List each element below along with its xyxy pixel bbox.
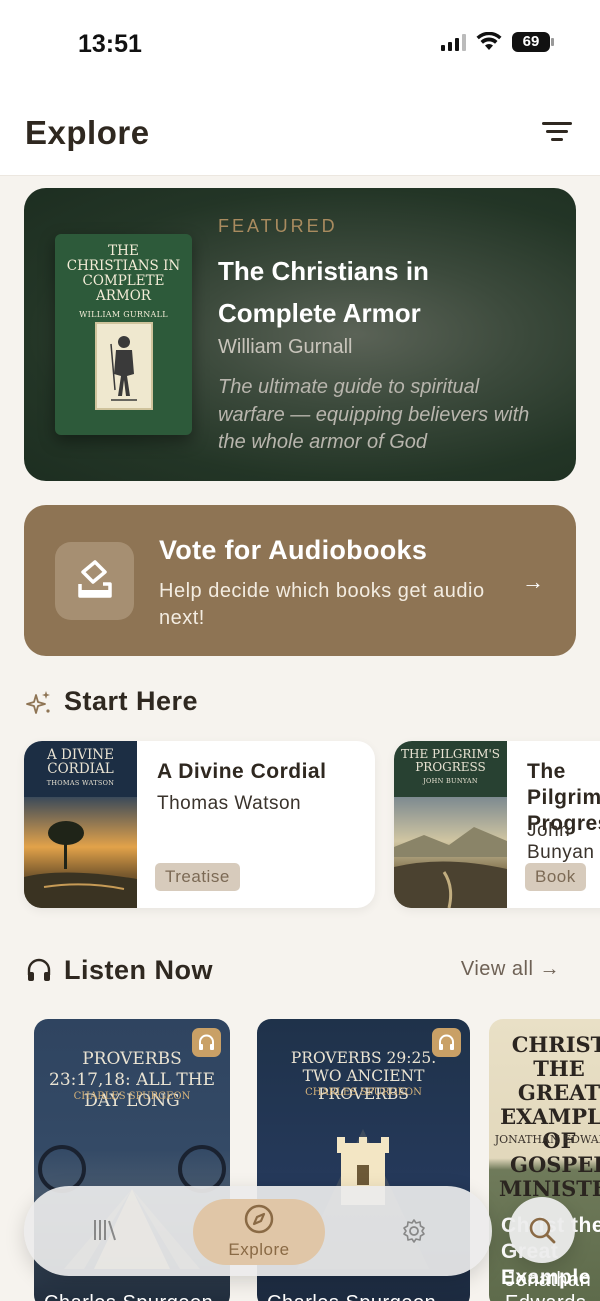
landscape-painting — [24, 797, 137, 908]
search-button[interactable] — [509, 1197, 575, 1263]
featured-author: William Gurnall — [218, 336, 353, 358]
book-cover: THE PILGRIM'S PROGRESS JOHN BUNYAN — [394, 741, 507, 908]
book-cover-title: A DIVINE CORDIAL — [47, 747, 114, 777]
status-bar: 13:51 69 — [0, 0, 600, 90]
signal-icon — [441, 33, 466, 51]
page-title: Explore — [25, 114, 150, 151]
headphones-icon — [439, 1034, 454, 1050]
book-author: John Bunyan — [527, 820, 595, 863]
featured-card[interactable]: THE CHRISTIANS IN COMPLETE ARMOR WILLIAM… — [24, 188, 576, 481]
audiobook-cover-author: CHARLES SPURGEON — [73, 1091, 191, 1102]
page-header: Explore — [0, 90, 600, 176]
bottom-tab-bar: Explore — [24, 1186, 492, 1276]
book-type-tag: Book — [525, 863, 586, 891]
arrow-right-icon: → — [522, 569, 544, 594]
audiobook-author: Charles Spurgeon — [34, 1292, 230, 1301]
vote-icon — [55, 542, 134, 620]
headphones-icon — [199, 1034, 214, 1050]
landscape-painting — [394, 797, 507, 908]
filter-icon — [542, 122, 572, 125]
tab-library[interactable] — [64, 1186, 144, 1276]
vote-title: Vote for Audiobooks — [159, 535, 428, 565]
tab-explore-label: Explore — [228, 1240, 290, 1259]
book-cover-author: THOMAS WATSON — [46, 779, 115, 787]
battery-indicator: 69 — [512, 32, 554, 52]
audiobook-cover-author: JONATHAN EDWARDS — [494, 1133, 600, 1146]
compass-icon — [244, 1204, 274, 1234]
tab-settings[interactable] — [374, 1186, 454, 1276]
audiobook-author: Charles Spurgeon — [257, 1292, 470, 1301]
wifi-icon — [476, 32, 502, 50]
featured-cover-title: THE CHRISTIANS IN COMPLETE ARMOR — [66, 243, 181, 304]
start-here-title: Start Here — [64, 686, 199, 716]
tab-explore[interactable]: Explore — [193, 1199, 325, 1265]
book-author: Thomas Watson — [157, 793, 302, 814]
book-type-tag: Treatise — [155, 863, 240, 891]
gear-icon — [403, 1219, 425, 1243]
featured-title: The Christians in Complete Armor — [218, 256, 429, 328]
start-here-item[interactable]: A DIVINE CORDIAL THOMAS WATSON A Divine … — [24, 741, 375, 908]
audio-available-badge — [432, 1028, 461, 1057]
featured-book-cover: THE CHRISTIANS IN COMPLETE ARMOR WILLIAM… — [55, 234, 192, 435]
audiobook-cover-title: CHRIST THE GREAT EXAMPLE OF GOSPEL MINIS… — [499, 1032, 600, 1201]
armor-illustration — [95, 322, 153, 410]
audiobook-cover-title: PROVERBS 23:17,18: ALL THE DAY LONG — [49, 1049, 215, 1111]
status-icons: 69 — [441, 32, 554, 52]
book-title: A Divine Cordial — [157, 760, 327, 783]
book-cover-title: THE PILGRIM'S PROGRESS — [401, 747, 500, 774]
sparkles-icon — [26, 691, 50, 714]
vote-subtitle: Help decide which books get audio next! — [159, 580, 485, 629]
search-icon — [529, 1217, 556, 1244]
vote-audiobooks-card[interactable]: Vote for Audiobooks Help decide which bo… — [24, 505, 576, 656]
library-icon — [94, 1220, 116, 1241]
book-cover-author: JOHN BUNYAN — [423, 777, 478, 785]
featured-description: The ultimate guide to spiritual warfare … — [218, 376, 530, 453]
listen-now-title: Listen Now — [64, 955, 214, 985]
featured-cover-author: WILLIAM GURNALL — [79, 310, 168, 319]
status-time: 13:51 — [78, 30, 142, 58]
book-cover: A DIVINE CORDIAL THOMAS WATSON — [24, 741, 137, 908]
headphones-icon — [27, 958, 51, 981]
audiobook-cover-author: CHARLES SPURGEON — [305, 1087, 422, 1098]
audio-available-badge — [192, 1028, 221, 1057]
featured-kicker: FEATURED — [218, 216, 338, 236]
start-here-item[interactable]: THE PILGRIM'S PROGRESS JOHN BUNYAN The P… — [394, 741, 600, 908]
filter-button[interactable] — [542, 120, 572, 144]
audiobook-author: Jonathan Edwards — [505, 1269, 592, 1301]
view-all-link[interactable]: View all → — [461, 958, 560, 981]
